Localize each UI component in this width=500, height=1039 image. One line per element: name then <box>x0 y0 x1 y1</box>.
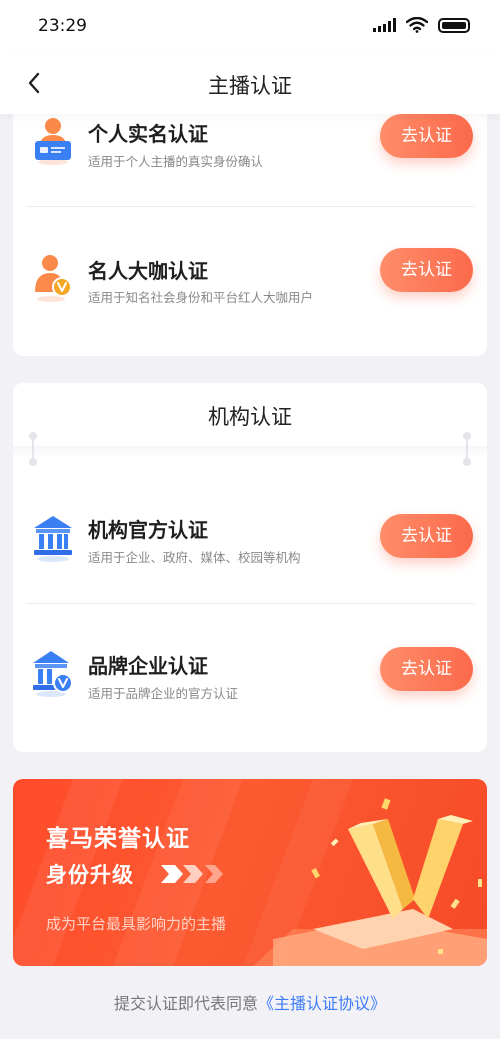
gold-v-trophy-icon <box>253 798 487 966</box>
agreement-notice: 提交认证即代表同意《主播认证协议》 <box>0 990 500 1014</box>
honor-cert-banner[interactable]: 喜马荣誉认证 身份升级 成为平台最具影响力的主播 <box>13 779 487 966</box>
item-title: 个人实名认证 <box>88 122 208 146</box>
agreement-link[interactable]: 《主播认证协议》 <box>258 994 386 1013</box>
org-cert-card: 机构认证 <box>13 383 487 752</box>
banner-subtitle: 身份升级 <box>46 863 134 887</box>
institution-icon <box>34 516 72 562</box>
person-id-icon <box>35 118 71 165</box>
item-subtitle: 适用于企业、政府、媒体、校园等机构 <box>88 550 301 565</box>
celebrity-icon <box>35 255 72 302</box>
brand-institution-icon <box>33 651 73 697</box>
item-title: 品牌企业认证 <box>88 654 208 678</box>
wifi-icon <box>406 17 428 33</box>
banner-title: 喜马荣誉认证 <box>46 826 190 852</box>
page-title: 主播认证 <box>208 74 292 98</box>
signal-icon <box>373 18 396 32</box>
divider <box>26 603 474 604</box>
divider-pin <box>29 432 37 466</box>
divider-pin <box>463 432 471 466</box>
divider <box>26 206 474 207</box>
item-subtitle: 适用于品牌企业的官方认证 <box>88 686 239 701</box>
banner-description: 成为平台最具影响力的主播 <box>46 915 227 933</box>
chevrons-right-icon <box>161 865 223 883</box>
brand-cert-button[interactable]: 去认证 <box>380 647 473 691</box>
status-bar: 23:29 <box>0 0 500 56</box>
item-title: 名人大咖认证 <box>88 259 208 283</box>
status-time: 23:29 <box>38 16 87 36</box>
nav-bar: 主播认证 <box>0 56 500 114</box>
section-title: 机构认证 <box>208 405 292 429</box>
item-subtitle: 适用于知名社会身份和平台红人大咖用户 <box>88 290 314 305</box>
agreement-prefix: 提交认证即代表同意 <box>113 994 258 1013</box>
item-title: 机构官方认证 <box>88 518 208 542</box>
personal-cert-button[interactable]: 去认证 <box>380 114 473 158</box>
section-divider-band <box>13 446 487 458</box>
status-icons <box>373 17 470 33</box>
battery-icon <box>438 17 470 33</box>
celebrity-cert-button[interactable]: 去认证 <box>380 248 473 292</box>
org-official-cert-button[interactable]: 去认证 <box>380 514 473 558</box>
item-subtitle: 适用于个人主播的真实身份确认 <box>88 154 264 169</box>
